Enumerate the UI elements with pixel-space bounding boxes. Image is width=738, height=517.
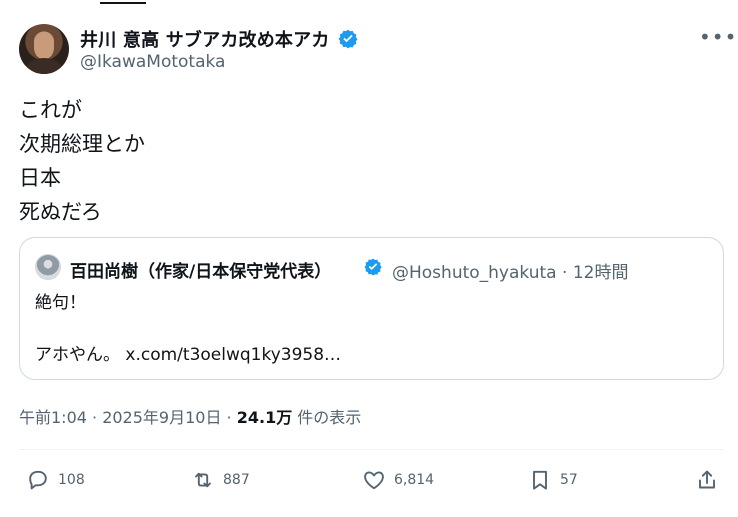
author-avatar[interactable] [19,24,69,74]
quoted-tweet-card[interactable]: 百田尚樹（作家/日本保守党代表） @Hoshuto_hyakuta · 12時間… [19,237,724,380]
reply-icon [29,470,47,490]
share-button[interactable] [695,466,719,494]
top-cut-text-fragment [100,0,146,4]
views-label: 件の表示 [297,408,362,427]
like-button[interactable]: 6,814 [362,466,434,494]
retweet-icon [195,472,211,488]
more-icon[interactable]: ••• [699,24,736,50]
tweet-datetime[interactable]: 午前1:04 · 2025年9月10日 · [19,408,237,427]
retweet-button[interactable]: 887 [191,466,250,494]
bookmark-count: 57 [560,472,578,488]
like-count: 6,814 [394,472,435,488]
retweet-count: 887 [223,472,250,488]
bookmark-icon [533,470,547,490]
quoted-author-avatar[interactable] [35,254,61,280]
author-handle[interactable]: @IkawaMototaka [80,52,225,72]
quoted-tweet-meta: @Hoshuto_hyakuta · 12時間 [392,258,628,283]
verified-badge-icon [338,29,358,49]
views-count[interactable]: 24.1万 [237,408,292,427]
meta-separator: · [562,263,568,283]
reply-button[interactable]: 108 [26,466,85,494]
quoted-tweet-text: 絶句！ アホやん。 x.com/t3oelwq1ky3958… [35,293,342,365]
tweet-timestamp-and-views: 午前1:04 · 2025年9月10日 · 24.1万 件の表示 [19,404,361,428]
author-display-name[interactable]: 井川 意高 サブアカ改め本アカ [80,26,330,52]
bookmark-button[interactable]: 57 [528,466,578,494]
actions-divider [19,449,724,450]
reply-count: 108 [58,472,85,488]
avatar-face [34,34,54,59]
share-icon [699,470,715,489]
verified-badge-icon [364,258,382,276]
tweet-page: 井川 意高 サブアカ改め本アカ @IkawaMototaka ••• これが 次… [0,0,738,517]
avatar-shirt [27,58,61,74]
heart-icon [364,471,384,490]
quoted-author-display-name[interactable]: 百田尚樹（作家/日本保守党代表） [70,257,331,282]
quoted-author-handle[interactable]: @Hoshuto_hyakuta [392,263,557,283]
quoted-tweet-time[interactable]: 12時間 [573,263,629,283]
tweet-text: これが 次期総理とか 日本 死ぬだろ [19,98,145,224]
